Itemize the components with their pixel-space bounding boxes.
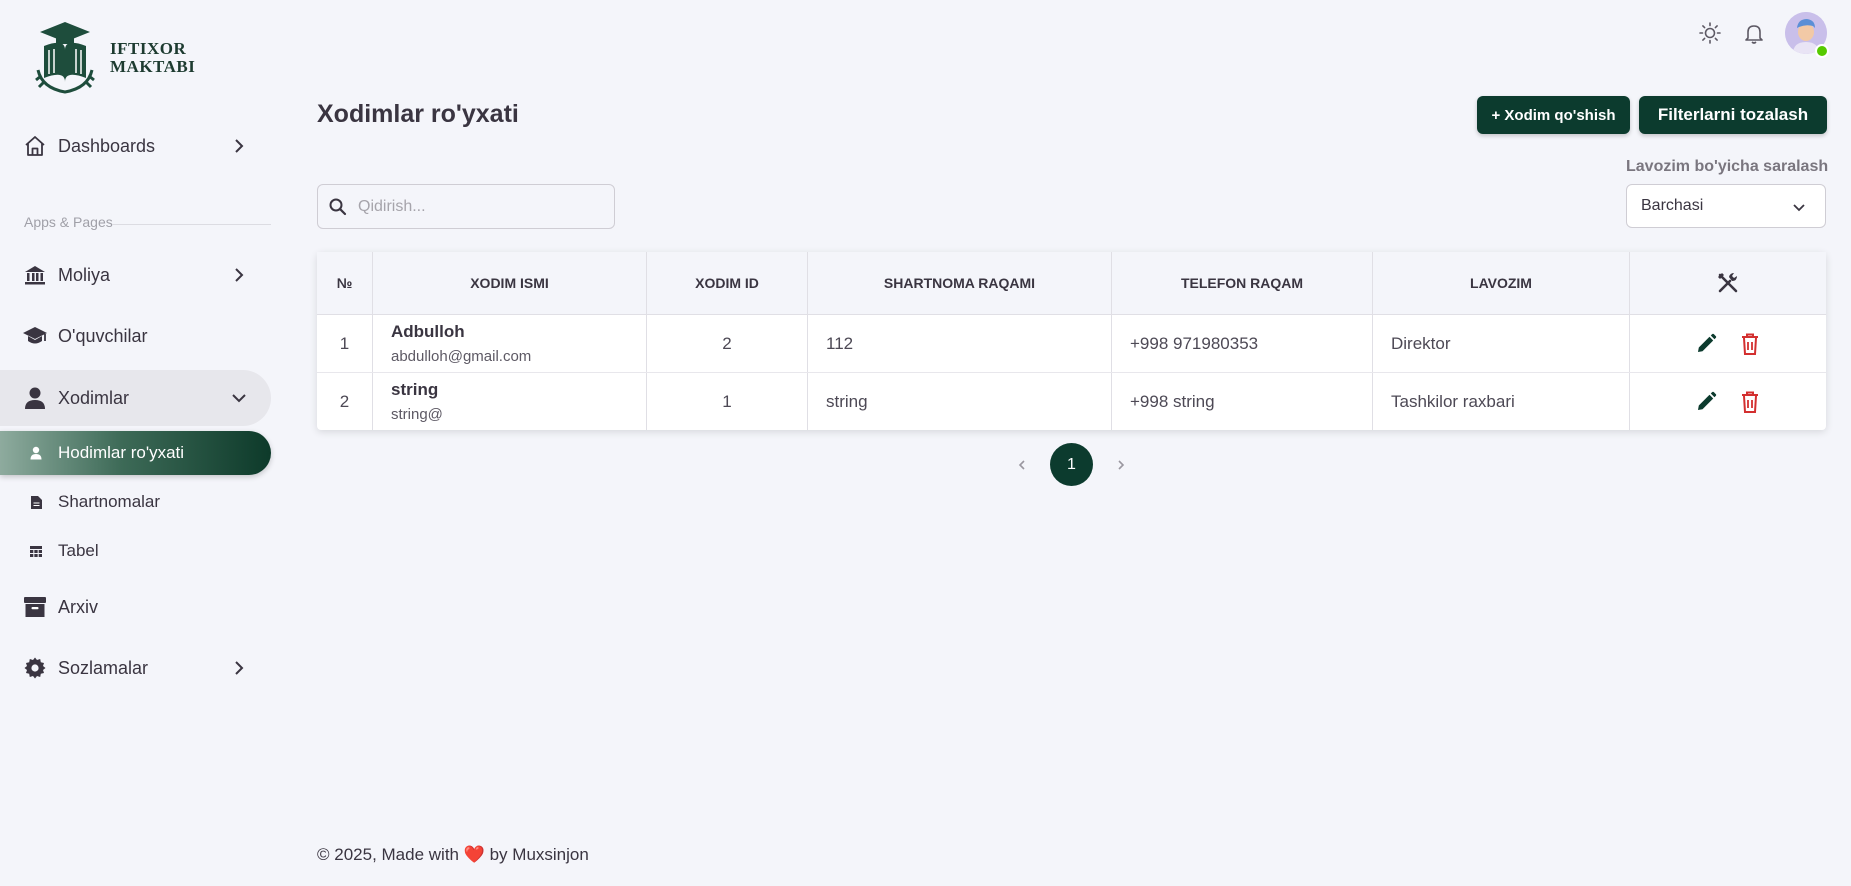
footer-text: © 2025, Made with ❤️ by Muxsinjon <box>317 845 589 864</box>
sidebar-item-oquvchilar[interactable]: O'quvchilar <box>0 308 271 364</box>
section-label: Apps & Pages <box>24 214 113 230</box>
sidebar-item-dashboards[interactable]: Dashboards <box>0 118 271 174</box>
cell-contract: string <box>808 373 1112 430</box>
cell-number: 1 <box>317 315 373 372</box>
pagination-page-1[interactable]: 1 <box>1050 443 1093 486</box>
person-small-icon <box>28 445 44 461</box>
cell-name: string string@ <box>373 373 647 430</box>
gear-icon <box>22 655 48 681</box>
table-row: 2 string string@ 1 string +998 string Ta… <box>317 373 1826 430</box>
section-divider <box>112 224 271 225</box>
person-icon <box>22 385 48 411</box>
delete-icon[interactable] <box>1735 387 1765 417</box>
pagination-prev-icon[interactable] <box>1012 455 1032 475</box>
sidebar-item-label: Sozlamalar <box>58 657 149 678</box>
tools-icon <box>1718 273 1738 293</box>
sidebar: IFTIXOR MAKTABI Dashboards Apps & Pages … <box>0 0 272 886</box>
graduation-cap-icon <box>22 323 48 349</box>
chevron-down-icon <box>232 394 246 403</box>
sidebar-item-label: Moliya <box>58 264 111 285</box>
logo[interactable]: IFTIXOR MAKTABI <box>34 20 195 96</box>
cell-position: Tashkilor raxbari <box>1373 373 1630 430</box>
edit-icon[interactable] <box>1691 387 1721 417</box>
book-logo-icon <box>35 22 95 94</box>
chevron-right-icon <box>235 268 244 282</box>
add-employee-button[interactable]: + Xodim qo'shish <box>1477 96 1630 134</box>
sidebar-item-label: O'quvchilar <box>58 325 148 346</box>
cell-actions <box>1630 373 1826 430</box>
select-value: Barchasi <box>1641 197 1704 214</box>
sun-icon[interactable] <box>1695 18 1725 48</box>
employees-table: № XODIM ISMI XODIM ID SHARTNOMA RAQAMI T… <box>317 252 1826 430</box>
edit-icon[interactable] <box>1691 329 1721 359</box>
document-icon <box>28 494 44 510</box>
clear-filters-button[interactable]: Filterlarni tozalash <box>1639 96 1827 134</box>
column-header-phone: TELEFON RAQAM <box>1112 252 1373 314</box>
cell-phone: +998 971980353 <box>1112 315 1373 372</box>
table-header: № XODIM ISMI XODIM ID SHARTNOMA RAQAMI T… <box>317 252 1826 315</box>
chevron-down-icon <box>1793 204 1805 212</box>
column-header-actions <box>1630 252 1826 314</box>
sidebar-item-moliya[interactable]: Moliya <box>0 247 271 303</box>
cell-phone: +998 string <box>1112 373 1373 430</box>
column-header-contract: SHARTNOMA RAQAMI <box>808 252 1112 314</box>
brand-name: IFTIXOR MAKTABI <box>110 40 195 76</box>
bell-icon[interactable] <box>1739 18 1769 48</box>
sidebar-item-label: Xodimlar <box>58 387 130 408</box>
chevron-right-icon <box>235 661 244 675</box>
sidebar-item-xodimlar[interactable]: Xodimlar <box>0 370 271 426</box>
cell-actions <box>1630 315 1826 372</box>
delete-icon[interactable] <box>1735 329 1765 359</box>
archive-icon <box>22 594 48 620</box>
home-icon <box>22 133 48 159</box>
page-title: Xodimlar ro'yxati <box>317 100 519 128</box>
table-row: 1 Adbulloh abdulloh@gmail.com 2 112 +998… <box>317 315 1826 373</box>
bank-icon <box>22 262 48 288</box>
cell-id: 2 <box>647 315 808 372</box>
sidebar-subitem-shartnomalar[interactable]: Shartnomalar <box>0 480 160 524</box>
sidebar-subitem-hodimlar-royxati[interactable]: Hodimlar ro'yxati <box>0 431 271 475</box>
search-input[interactable] <box>356 196 600 217</box>
cell-position: Direktor <box>1373 315 1630 372</box>
employee-email: abdulloh@gmail.com <box>391 348 532 365</box>
cell-id: 1 <box>647 373 808 430</box>
employee-name: Adbulloh <box>391 322 465 341</box>
sidebar-subitem-label: Tabel <box>58 541 99 560</box>
cell-name: Adbulloh abdulloh@gmail.com <box>373 315 647 372</box>
sidebar-item-label: Dashboards <box>58 135 156 156</box>
search-icon <box>329 198 347 215</box>
table-icon <box>28 543 44 559</box>
chevron-right-icon <box>235 139 244 153</box>
sidebar-item-label: Arxiv <box>58 596 98 617</box>
online-status-dot <box>1815 44 1829 58</box>
cell-contract: 112 <box>808 315 1112 372</box>
column-header-id: XODIM ID <box>647 252 808 314</box>
sidebar-item-arxiv[interactable]: Arxiv <box>0 579 271 635</box>
cell-number: 2 <box>317 373 373 430</box>
brand-line-2: MAKTABI <box>110 57 196 76</box>
employee-name: string <box>391 380 439 399</box>
column-header-number: № <box>317 252 373 314</box>
employee-email: string@ <box>391 406 443 423</box>
pagination-next-icon[interactable] <box>1111 455 1131 475</box>
column-header-name: XODIM ISMI <box>373 252 647 314</box>
sidebar-subitem-label: Shartnomalar <box>58 492 161 511</box>
search-box[interactable] <box>317 184 615 229</box>
brand-line-1: IFTIXOR <box>110 39 187 58</box>
column-header-position: LAVOZIM <box>1373 252 1630 314</box>
position-filter-select[interactable]: Barchasi <box>1626 184 1826 228</box>
sidebar-subitem-label: Hodimlar ro'yxati <box>58 443 185 462</box>
sidebar-item-sozlamalar[interactable]: Sozlamalar <box>0 640 271 696</box>
filter-label: Lavozim bo'yicha saralash <box>1626 158 1829 175</box>
sidebar-subitem-tabel[interactable]: Tabel <box>0 529 99 573</box>
